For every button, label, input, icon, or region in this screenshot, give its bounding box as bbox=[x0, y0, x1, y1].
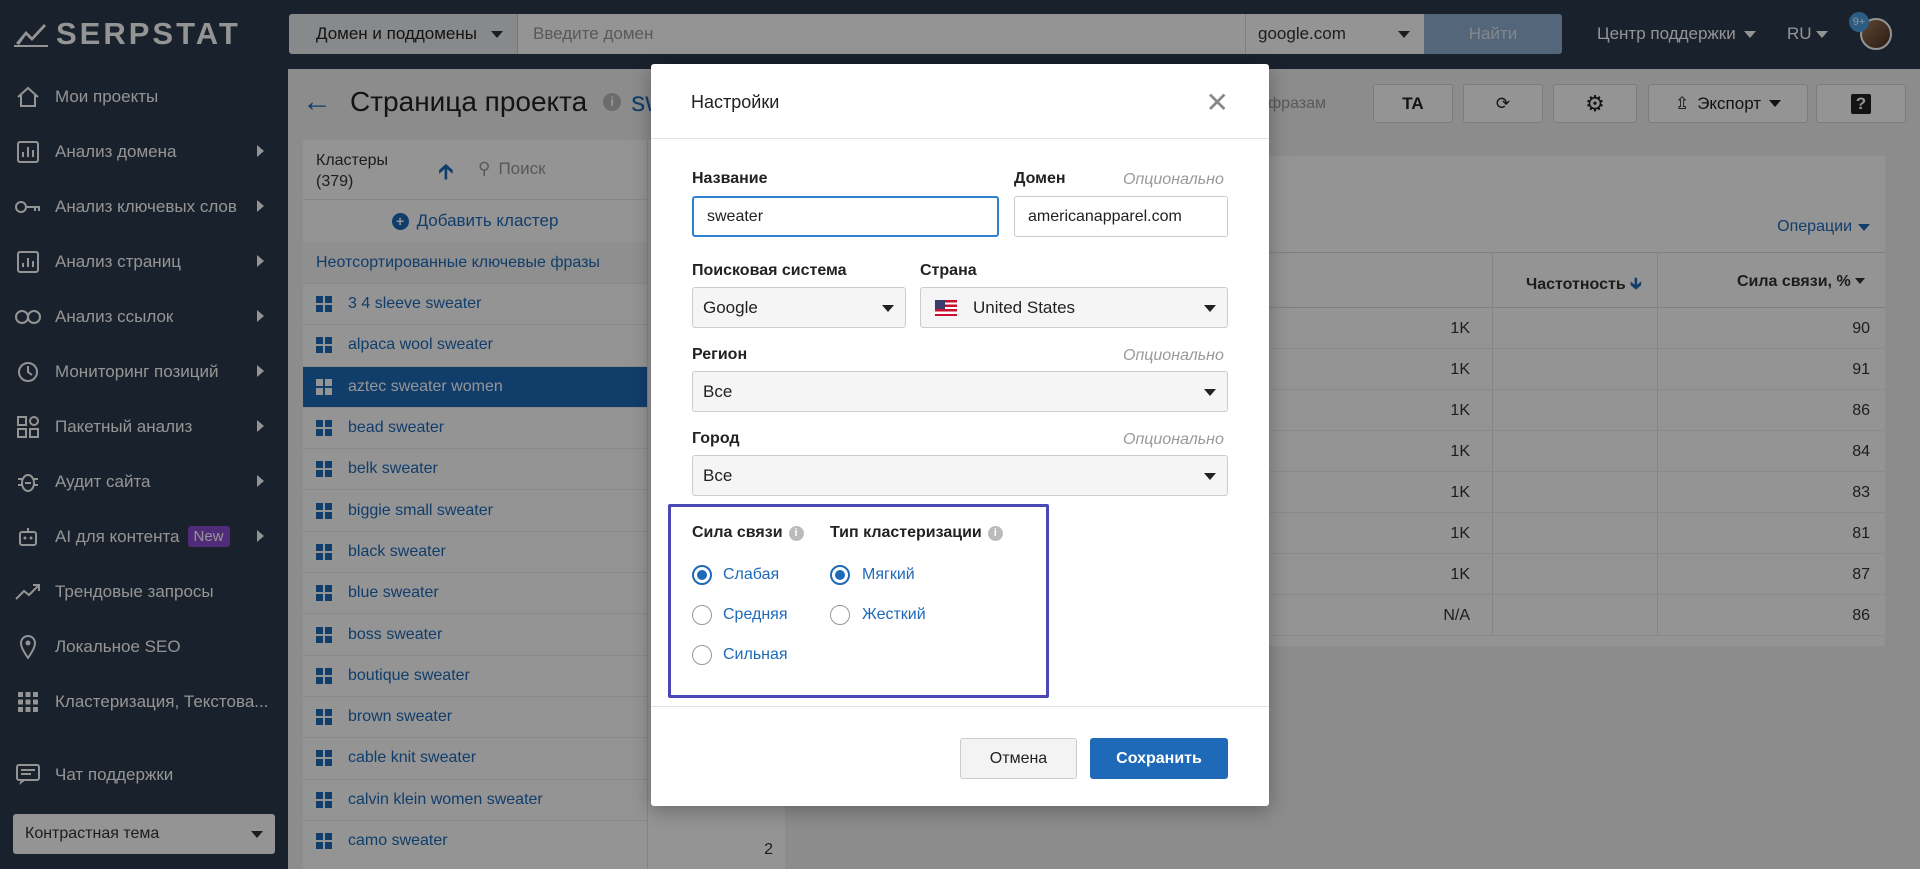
city-select-value: Все bbox=[703, 465, 733, 485]
strength-label-text: Сила связи bbox=[692, 524, 783, 541]
info-icon[interactable]: i bbox=[987, 526, 1003, 541]
region-select-value: Все bbox=[703, 381, 733, 401]
domain-field-value: americanapparel.com bbox=[1028, 207, 1182, 225]
strength-label: Сила связи i bbox=[692, 524, 804, 542]
radio-label[interactable]: Мягкий bbox=[862, 566, 915, 584]
chevron-down-icon bbox=[882, 305, 894, 312]
city-select[interactable]: Все bbox=[692, 455, 1228, 496]
cancel-button[interactable]: Отмена bbox=[960, 738, 1077, 779]
engine-select-value: Google bbox=[703, 297, 758, 317]
engine-select[interactable]: Google bbox=[692, 287, 906, 328]
city-optional: Опционально bbox=[1123, 431, 1224, 448]
chevron-down-icon bbox=[1204, 473, 1216, 480]
engine-label: Поисковая система bbox=[692, 262, 847, 279]
radio-label[interactable]: Сильная bbox=[723, 646, 788, 664]
radio-label[interactable]: Жесткий bbox=[862, 606, 926, 624]
domain-optional: Опционально bbox=[1123, 171, 1224, 188]
country-label: Страна bbox=[920, 262, 977, 279]
modal-footer: Отмена Сохранить bbox=[651, 706, 1269, 806]
name-field[interactable]: sweater bbox=[692, 196, 999, 237]
radio-strength-1[interactable] bbox=[692, 605, 712, 625]
country-select[interactable]: United States bbox=[920, 287, 1228, 328]
city-label: Город bbox=[692, 430, 740, 447]
cluster-type-label-text: Тип кластеризации bbox=[830, 524, 982, 541]
domain-label: Домен bbox=[1014, 170, 1066, 187]
radio-strength-0[interactable] bbox=[692, 565, 712, 585]
country-select-value: United States bbox=[973, 297, 1076, 317]
modal-title: Настройки bbox=[691, 92, 780, 112]
cluster-type-label: Тип кластеризации i bbox=[830, 524, 1003, 542]
us-flag-icon bbox=[935, 299, 957, 316]
radio-label[interactable]: Слабая bbox=[723, 566, 779, 584]
region-select[interactable]: Все bbox=[692, 371, 1228, 412]
modal-header: Настройки ✕ bbox=[651, 64, 1269, 139]
settings-modal: Настройки ✕ Название sweater Домен Опцио… bbox=[651, 64, 1269, 806]
close-icon[interactable]: ✕ bbox=[1206, 86, 1229, 119]
name-label: Название bbox=[692, 170, 768, 187]
save-button[interactable]: Сохранить bbox=[1090, 738, 1228, 779]
name-field-value: sweater bbox=[707, 207, 764, 225]
info-icon[interactable]: i bbox=[788, 526, 804, 541]
region-label: Регион bbox=[692, 346, 748, 363]
domain-field[interactable]: americanapparel.com bbox=[1014, 196, 1228, 237]
chevron-down-icon bbox=[1204, 389, 1216, 396]
chevron-down-icon bbox=[1204, 305, 1216, 312]
radio-type-1[interactable] bbox=[830, 605, 850, 625]
radio-strength-2[interactable] bbox=[692, 645, 712, 665]
region-optional: Опционально bbox=[1123, 347, 1224, 364]
radio-label[interactable]: Средняя bbox=[723, 606, 788, 624]
radio-type-0[interactable] bbox=[830, 565, 850, 585]
